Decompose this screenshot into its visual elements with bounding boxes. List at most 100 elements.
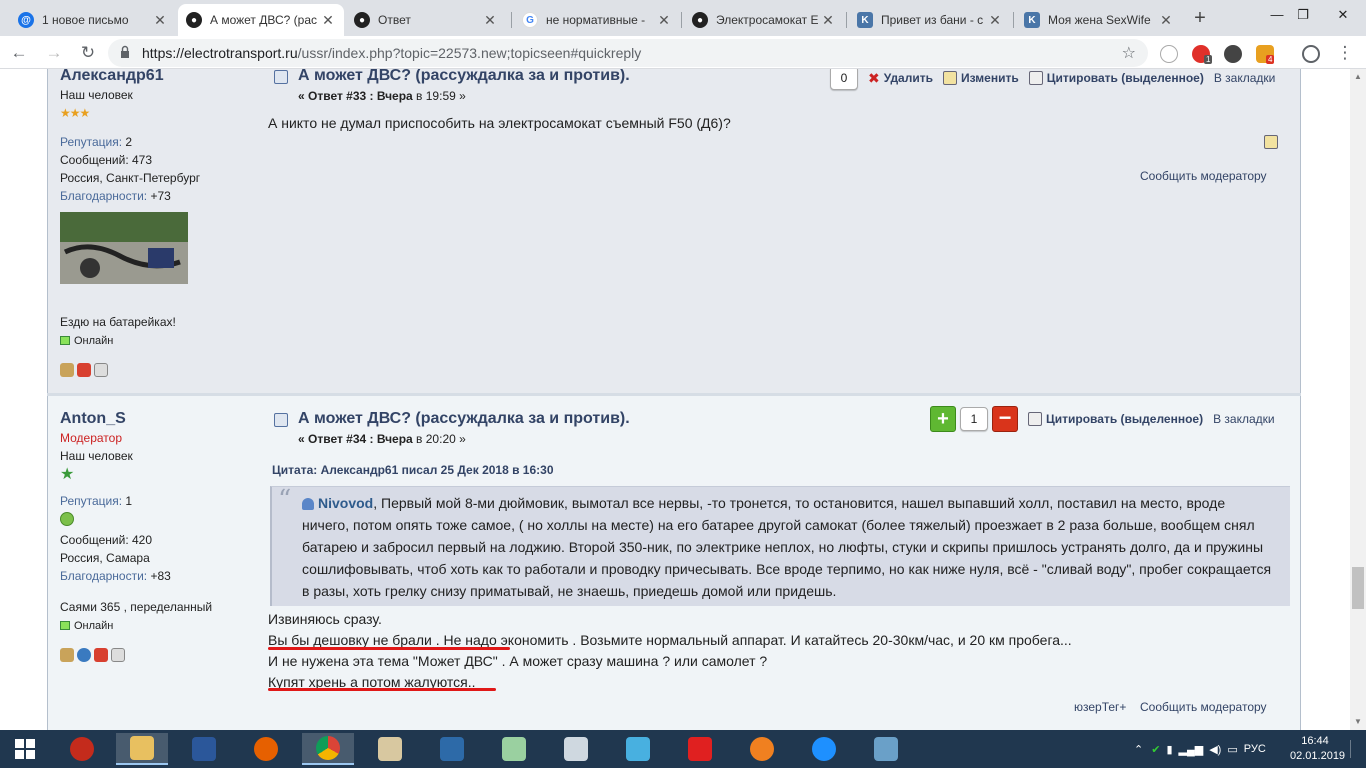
poster-location: Россия, Самара <box>60 551 150 565</box>
poster-location: Россия, Санкт-Петербург <box>60 171 201 185</box>
poster-footer: Ездю на батарейках! Онлайн <box>60 312 260 377</box>
windows-logo-icon <box>15 739 35 759</box>
menu-icon[interactable]: ⋮ <box>1332 40 1358 66</box>
poster-name[interactable]: Александр61 <box>60 69 260 85</box>
quote-mention[interactable]: Nivovod <box>318 495 373 511</box>
message-icon[interactable] <box>94 363 108 377</box>
page-scrollbar[interactable]: ▲ ▼ <box>1350 69 1366 730</box>
close-icon[interactable]: ✕ <box>820 12 836 29</box>
close-icon[interactable]: ✕ <box>987 12 1003 29</box>
poster-icons <box>60 363 260 377</box>
chevron-up-icon[interactable]: ⌃ <box>1134 743 1143 756</box>
taskbar-app[interactable] <box>240 733 292 765</box>
profile-avatar[interactable] <box>1302 45 1320 63</box>
message-icon[interactable] <box>111 648 125 662</box>
usertag-link[interactable]: юзерТег+ <box>1074 700 1126 714</box>
close-window-button[interactable]: ✕ <box>1320 0 1366 30</box>
taskbar-app[interactable] <box>860 733 912 765</box>
browser-tab-active[interactable]: ● А может ДВС? (рас ✕ <box>178 4 344 36</box>
quote-header[interactable]: Цитата: Александр61 писал 25 Дек 2018 в … <box>272 463 554 477</box>
browser-tab[interactable]: G не нормативные - ✕ <box>514 4 680 36</box>
forum-icon: ● <box>354 12 370 28</box>
close-icon[interactable]: ✕ <box>152 12 168 29</box>
report-icon[interactable] <box>1264 135 1278 149</box>
internet-explorer-icon <box>812 737 836 761</box>
post-body: А никто не думал приспособить на электро… <box>268 115 731 131</box>
forward-button[interactable]: → <box>41 40 67 66</box>
language-indicator[interactable]: РУС <box>1244 743 1266 755</box>
browser-tab[interactable]: @ 1 новое письмо ✕ <box>10 4 176 36</box>
globe-icon[interactable] <box>77 648 91 662</box>
post-subject[interactable]: А может ДВС? (рассуждалка за и против). <box>298 410 630 428</box>
close-icon[interactable]: ✕ <box>1158 12 1174 29</box>
scroll-down-arrow-icon[interactable]: ▼ <box>1350 714 1366 730</box>
taskbar-app[interactable] <box>56 733 108 765</box>
show-desktop-button[interactable] <box>1350 740 1360 758</box>
edit-button[interactable]: Изменить <box>943 71 1019 85</box>
forum-post: Александр61 Наш человек ★★★ Репутация: 2… <box>47 69 1301 393</box>
taskbar-app[interactable] <box>736 733 788 765</box>
profile-icon[interactable] <box>60 363 74 377</box>
start-button[interactable] <box>0 733 50 765</box>
delete-button[interactable]: ✖ Удалить <box>868 70 933 87</box>
post-actions: + 1 − Цитировать (выделенное) В закладки <box>930 406 1275 432</box>
browser-tab[interactable]: K Привет из бани - с ✕ <box>849 4 1011 36</box>
network-icon[interactable]: ▂▄▆ <box>1179 743 1204 756</box>
extension-icon[interactable] <box>1160 45 1178 63</box>
back-button[interactable]: ← <box>6 40 32 66</box>
post-subject[interactable]: А может ДВС? (рассуждалка за и против). <box>298 69 630 85</box>
browser-tab[interactable]: K Моя жена SexWife ✕ <box>1016 4 1182 36</box>
forum-post: Anton_S Модератор Наш человек ★ Репутаци… <box>47 396 1301 730</box>
security-icon[interactable]: ✔ <box>1151 743 1160 756</box>
taskbar-app[interactable] <box>674 733 726 765</box>
battery-icon[interactable]: ▭ <box>1227 743 1237 756</box>
report-to-moderator-link[interactable]: Сообщить модератору <box>1140 700 1267 714</box>
taskbar-app[interactable] <box>550 733 602 765</box>
taskbar-app[interactable] <box>612 733 664 765</box>
poster-info: Александр61 Наш человек ★★★ Репутация: 2… <box>60 69 260 204</box>
post-meta: « Ответ #33 : Вчера в 19:59 » <box>298 89 466 103</box>
paint-icon <box>378 737 402 761</box>
browser-tab[interactable]: ● Электросамокат Е ✕ <box>684 4 844 36</box>
karma-plus-button[interactable]: + <box>930 406 956 432</box>
browser-tab[interactable]: ● Ответ ✕ <box>346 4 506 36</box>
browser-tabstrip: @ 1 новое письмо ✕ ● А может ДВС? (рас ✕… <box>0 0 1366 36</box>
forum-icon: ● <box>186 12 202 28</box>
calculator-icon <box>564 737 588 761</box>
poster-signature: Саями 365 , переделанный <box>60 600 213 614</box>
taskbar-app[interactable] <box>302 733 354 765</box>
bookmark-button[interactable]: В закладки <box>1213 412 1275 426</box>
bookmark-button[interactable]: В закладки <box>1214 71 1276 85</box>
avatar <box>60 212 188 284</box>
taskbar-app[interactable] <box>178 733 230 765</box>
reload-button[interactable]: ↻ <box>75 40 101 66</box>
profile-icon[interactable] <box>60 648 74 662</box>
notes-icon <box>502 737 526 761</box>
karma-minus-button[interactable]: − <box>992 406 1018 432</box>
new-tab-button[interactable]: + <box>1188 6 1212 30</box>
taskbar-app[interactable] <box>364 733 416 765</box>
scroll-thumb[interactable] <box>1352 567 1364 609</box>
photos-icon <box>874 737 898 761</box>
system-clock[interactable]: 16:44 02.01.2019 <box>1290 734 1345 764</box>
volume-icon[interactable]: ◀) <box>1209 743 1221 756</box>
extension-icon[interactable] <box>1224 45 1242 63</box>
poster-name[interactable]: Anton_S <box>60 410 260 428</box>
address-bar[interactable]: https://electrotransport.ru/ussr/index.p… <box>108 39 1148 67</box>
report-to-moderator-link[interactable]: Сообщить модератору <box>1140 169 1267 183</box>
forum-page: Александр61 Наш человек ★★★ Репутация: 2… <box>0 69 1350 730</box>
close-icon[interactable]: ✕ <box>320 12 336 29</box>
bookmark-star-icon[interactable]: ☆ <box>1122 43 1136 63</box>
device-icon[interactable]: ▮ <box>1166 743 1172 756</box>
close-icon[interactable]: ✕ <box>656 12 672 29</box>
taskbar-app[interactable] <box>798 733 850 765</box>
delete-icon: ✖ <box>868 69 880 86</box>
taskbar-app[interactable] <box>488 733 540 765</box>
scroll-up-arrow-icon[interactable]: ▲ <box>1350 69 1366 85</box>
taskbar-app[interactable] <box>116 733 168 765</box>
quote-button[interactable]: Цитировать (выделенное) <box>1028 71 1204 85</box>
close-icon[interactable]: ✕ <box>482 12 498 29</box>
taskbar-app[interactable] <box>426 733 478 765</box>
firefox-icon <box>254 737 278 761</box>
quote-button[interactable]: Цитировать (выделенное) <box>1028 412 1203 426</box>
